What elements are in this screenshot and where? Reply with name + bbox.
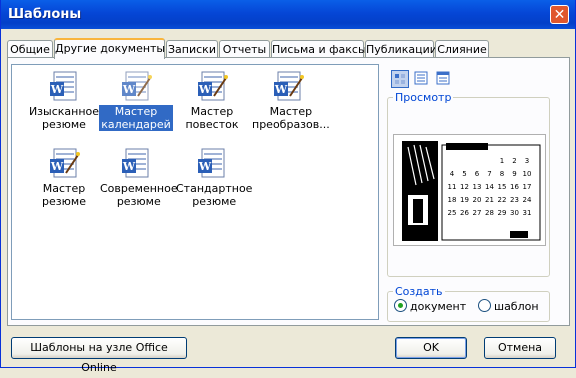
word-wizard-icon: W xyxy=(196,70,228,102)
calendar-day: 23 xyxy=(510,196,519,204)
ok-button[interactable]: OK xyxy=(395,337,467,359)
template-label: Современное резюме xyxy=(100,182,178,208)
calendar-day: 24 xyxy=(523,196,532,204)
radio-document[interactable]: документ xyxy=(394,299,466,313)
details-view-icon xyxy=(436,71,450,85)
svg-text:W: W xyxy=(122,160,136,173)
calendar-day: 10 xyxy=(523,170,532,178)
large-icons-icon xyxy=(395,74,405,84)
calendar-preview: 1 2 34 5 6 7 8 9 1011 12 13 14 15 16 1718 19 20 21 22 23 242… xyxy=(402,141,541,241)
calendar-day: 7 xyxy=(487,170,491,178)
office-online-templates-button[interactable]: Шаблоны на узле Office Online xyxy=(11,337,187,374)
radio-template-dot[interactable] xyxy=(478,299,491,312)
tab-publications[interactable]: Публикации xyxy=(365,40,437,58)
template-label: Мастер повесток xyxy=(185,105,239,131)
word-document-icon: W xyxy=(120,147,152,179)
template-item[interactable]: W Изысканное резюме xyxy=(26,70,102,131)
calendar-day: 1 xyxy=(500,157,504,165)
calendar-day: 20 xyxy=(473,196,482,204)
template-label: Мастер преобразов... xyxy=(252,105,330,131)
preview-image: 1 2 3 4 5 6 7 8 9 10 11 12 13 14 15 16 17 18 19 20 21 22 23 24 2… xyxy=(393,134,546,246)
list-view-button[interactable] xyxy=(413,70,431,88)
tab-memos[interactable]: Записки xyxy=(166,40,218,58)
calendar-day: 2 xyxy=(512,157,516,165)
svg-text:W: W xyxy=(198,83,212,96)
calendar-day: 5 xyxy=(462,170,466,178)
svg-text:W: W xyxy=(50,83,64,96)
tab-reports[interactable]: Отчеты xyxy=(219,40,270,58)
radio-document-label: документ xyxy=(410,300,467,313)
word-document-icon: W xyxy=(196,147,228,179)
svg-text:W: W xyxy=(122,83,136,96)
radio-template-label: шаблон xyxy=(494,300,539,313)
preview-label: Просмотр xyxy=(393,91,454,104)
calendar-day: 9 xyxy=(512,170,516,178)
calendar-day: 11 xyxy=(448,183,457,191)
calendar-day: 21 xyxy=(485,196,494,204)
template-label: Стандартное резюме xyxy=(176,182,253,208)
cancel-button[interactable]: Отмена xyxy=(484,337,556,359)
template-item[interactable]: W Стандартное резюме xyxy=(174,147,252,208)
calendar-day: 18 xyxy=(448,196,457,204)
radio-document-dot[interactable] xyxy=(394,299,407,312)
word-wizard-icon: W xyxy=(120,70,152,102)
calendar-day: 27 xyxy=(473,209,482,217)
calendar-day: 4 xyxy=(450,170,455,178)
calendar-day: 16 xyxy=(510,183,519,191)
close-icon: ✕ xyxy=(553,7,566,23)
template-label: Изысканное резюме xyxy=(28,105,100,131)
calendar-day: 22 xyxy=(498,196,507,204)
calendar-day: 12 xyxy=(460,183,469,191)
template-label: Мастер резюме xyxy=(42,182,86,208)
calendar-day: 14 xyxy=(485,183,494,191)
tab-letters-faxes[interactable]: Письма и факсы xyxy=(271,40,367,58)
title-bar[interactable]: Шаблоны ✕ xyxy=(1,0,575,29)
calendar-day: 3 xyxy=(525,157,529,165)
calendar-day: 13 xyxy=(473,183,482,191)
template-item[interactable]: W Мастер повесток xyxy=(174,70,250,131)
calendar-day: 15 xyxy=(498,183,507,191)
tab-other-documents[interactable]: Другие документы xyxy=(54,38,165,59)
tab-general[interactable]: Общие xyxy=(7,40,53,58)
radio-template[interactable]: шаблон xyxy=(478,299,539,313)
calendar-day: 19 xyxy=(460,196,469,204)
word-wizard-icon: W xyxy=(272,70,304,102)
calendar-day: 25 xyxy=(448,209,457,217)
calendar-day: 28 xyxy=(485,209,494,217)
template-label: Мастер календарей xyxy=(99,105,173,131)
window-title: Шаблоны xyxy=(8,7,82,22)
calendar-day: 30 xyxy=(510,209,519,217)
template-item[interactable]: W Мастер резюме xyxy=(26,147,102,208)
close-button[interactable]: ✕ xyxy=(550,5,569,24)
tab-mail-merge[interactable]: Слияние xyxy=(435,40,489,58)
template-item[interactable]: W Мастер преобразов... xyxy=(250,70,330,131)
calendar-day: 6 xyxy=(475,170,480,178)
word-wizard-icon: W xyxy=(48,147,80,179)
calendar-day: 26 xyxy=(460,209,469,217)
list-view-icon xyxy=(414,71,428,85)
calendar-day: 17 xyxy=(523,183,532,191)
details-view-button[interactable] xyxy=(435,70,453,88)
word-document-icon: W xyxy=(48,70,80,102)
calendar-day: 29 xyxy=(498,209,507,217)
svg-text:W: W xyxy=(274,83,288,96)
large-icons-view-button[interactable] xyxy=(391,70,409,88)
create-label: Создать xyxy=(393,285,445,298)
template-item[interactable]: W Мастер календарей xyxy=(98,70,174,131)
svg-text:W: W xyxy=(198,160,212,173)
calendar-day: 8 xyxy=(500,170,504,178)
svg-text:W: W xyxy=(50,160,64,173)
calendar-day: 31 xyxy=(523,209,532,217)
template-item[interactable]: W Современное резюме xyxy=(98,147,178,208)
